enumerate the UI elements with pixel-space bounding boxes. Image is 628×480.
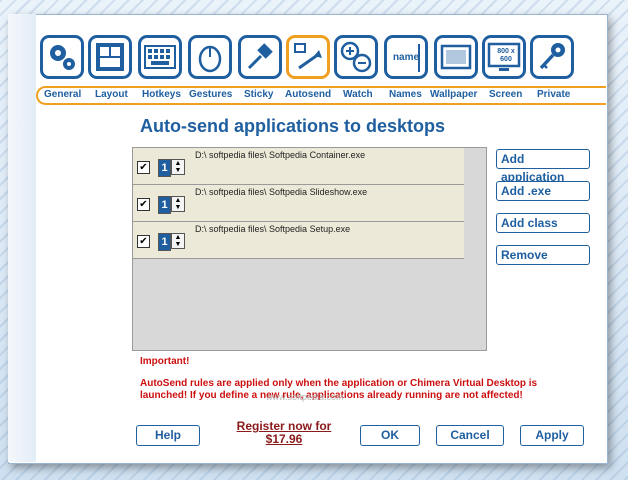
screen-icon[interactable]: 800 x 600 — [482, 35, 526, 79]
tab-sticky[interactable]: Sticky — [244, 89, 273, 100]
desktop-spinner-value[interactable]: 1 — [158, 196, 171, 214]
warning-text: AutoSend rules are applied only when the… — [140, 378, 538, 401]
rule-checkbox[interactable]: ✔ — [137, 235, 150, 248]
rule-checkbox[interactable]: ✔ — [137, 198, 150, 211]
cancel-button[interactable]: Cancel — [436, 425, 504, 446]
wallpaper-icon[interactable] — [434, 35, 478, 79]
tab-general[interactable]: General — [44, 89, 81, 100]
text-cursor-icon — [418, 44, 420, 72]
desktop-spinner-value[interactable]: 1 — [158, 159, 171, 177]
rule-path: D:\ softpedia files\ Softpedia Setup.exe — [195, 224, 351, 234]
rule-row[interactable]: ✔ 1 ▲ ▼ D:\ softpedia files\ Softpedia Se… — [133, 222, 464, 259]
apply-button[interactable]: Apply — [520, 425, 584, 446]
names-icon-text: name — [392, 51, 420, 63]
screen-icon-text: 800 x 600 — [497, 48, 515, 63]
rule-row[interactable]: ✔ 1 ▲ ▼ D:\ softpedia files\ Softpedia Co… — [133, 148, 464, 185]
pin-icon[interactable] — [238, 35, 282, 79]
remove-button[interactable]: Remove — [496, 245, 590, 265]
rules-list[interactable]: ✔ 1 ▲ ▼ D:\ softpedia files\ Softpedia Co… — [132, 147, 487, 351]
rule-checkbox[interactable]: ✔ — [137, 161, 150, 174]
add-application-button[interactable]: Add application — [496, 149, 590, 184]
key-icon[interactable] — [530, 35, 574, 79]
mouse-icon[interactable] — [188, 35, 232, 79]
keyboard-icon[interactable] — [138, 35, 182, 79]
window-side-band — [8, 14, 36, 462]
page-title: Auto-send applications to desktops — [140, 116, 446, 136]
tab-private[interactable]: Private — [537, 89, 570, 100]
tab-autosend[interactable]: Autosend — [285, 89, 331, 100]
rule-row[interactable]: ✔ 1 ▲ ▼ D:\ softpedia files\ Softpedia Sl… — [133, 185, 464, 222]
name-tag-icon[interactable]: name — [384, 35, 428, 79]
watermark: www.softpedia.com — [266, 392, 344, 402]
help-button[interactable]: Help — [136, 425, 200, 446]
tab-watch[interactable]: Watch — [343, 89, 373, 100]
tab-hotkeys[interactable]: Hotkeys — [142, 89, 181, 100]
desktop-spinner-value[interactable]: 1 — [158, 233, 171, 251]
tab-screen[interactable]: Screen — [489, 89, 522, 100]
zoom-icon[interactable] — [334, 35, 378, 79]
tab-names[interactable]: Names — [389, 89, 422, 100]
rule-path: D:\ softpedia files\ Softpedia Slideshow… — [195, 187, 368, 197]
ok-button[interactable]: OK — [360, 425, 420, 446]
add-exe-button[interactable]: Add .exe — [496, 181, 590, 201]
layout-icon[interactable] — [88, 35, 132, 79]
tab-layout[interactable]: Layout — [95, 89, 128, 100]
tab-gestures[interactable]: Gestures — [189, 89, 232, 100]
rule-path: D:\ softpedia files\ Softpedia Container… — [195, 150, 366, 160]
gears-icon[interactable] — [40, 35, 84, 79]
autosend-icon[interactable] — [286, 35, 330, 79]
add-class-button[interactable]: Add class — [496, 213, 590, 233]
tab-wallpaper[interactable]: Wallpaper — [430, 89, 477, 100]
desktop-spinner-arrows[interactable]: ▲ ▼ — [171, 159, 185, 175]
desktop-spinner-arrows[interactable]: ▲ ▼ — [171, 196, 185, 212]
register-link[interactable]: Register now for $17.96 — [232, 420, 336, 446]
desktop-spinner-arrows[interactable]: ▲ ▼ — [171, 233, 185, 249]
warning-title: Important! — [140, 356, 190, 367]
